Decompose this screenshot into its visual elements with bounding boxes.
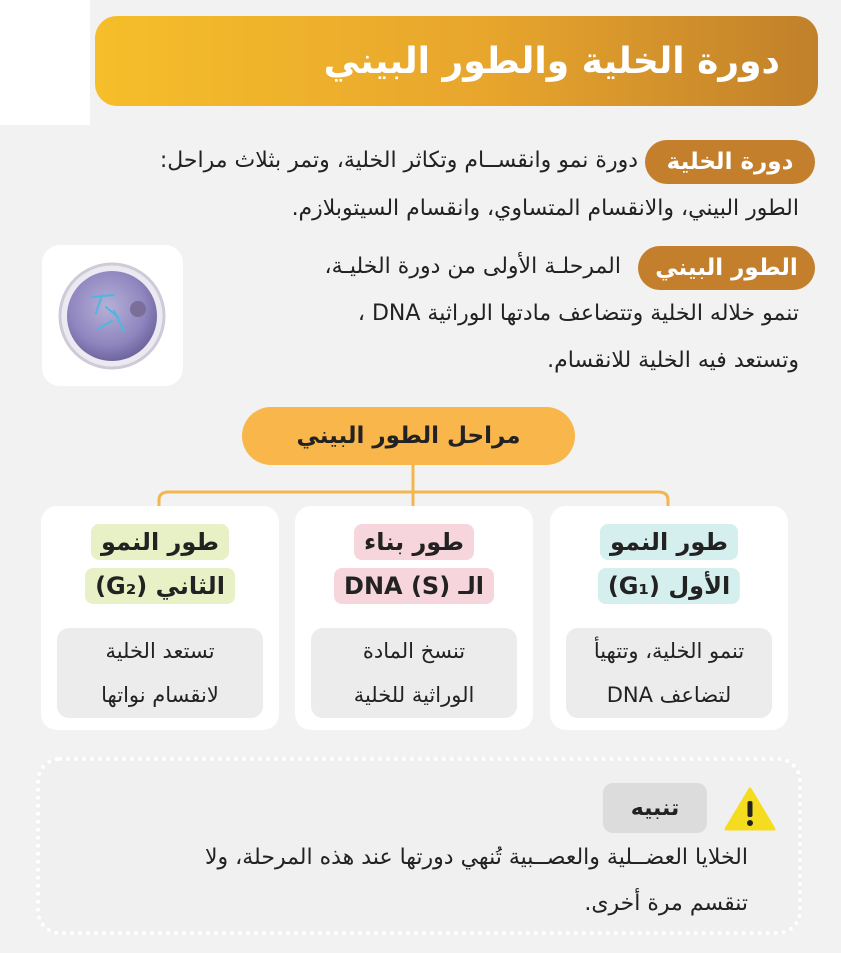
phase-s-description: تنسخ المادة الوراثية للخلية [311,628,517,718]
phase-card-g2: طور النمو الثاني (G₂) تستعد الخلية لانقس… [41,506,279,730]
phase-g2-desc-line1: تستعد الخلية [105,639,215,663]
note-box: تنبيه الخلايا العضــلية والعصــبية تُنهي… [36,757,802,935]
warning-icon [724,787,776,831]
phase-g1-label-line1: طور النمو [600,524,738,560]
note-label: تنبيه [603,783,707,833]
phase-g2-desc-line2: لانقسام نواتها [101,683,219,707]
phase-g2-label-line1: طور النمو [91,524,229,560]
phase-s-desc-line1: تنسخ المادة [362,639,466,663]
phase-s-desc-line2: الوراثية للخلية [353,683,475,707]
note-line-1: الخلايا العضــلية والعصــبية تُنهي دورته… [205,845,748,870]
phase-s-label-line1: طور بناء [354,524,474,560]
phase-g2-description: تستعد الخلية لانقسام نواتها [57,628,263,718]
phase-g2-label-line2: الثاني (G₂) [85,568,235,604]
phase-g1-desc-line2: لتضاعف DNA [606,683,732,707]
note-line-2: تنقسم مرة أخرى. [584,891,748,916]
phase-card-s: طور بناء الـ DNA (S) تنسخ المادة الوراثي… [295,506,533,730]
phase-g1-desc-line1: تنمو الخلية، وتتهيأ [593,639,745,663]
phase-s-label-line2: الـ DNA (S) [334,568,494,604]
phase-g1-description: تنمو الخلية، وتتهيأ لتضاعف DNA [566,628,772,718]
phase-card-g1: طور النمو الأول (G₁) تنمو الخلية، وتتهيأ… [550,506,788,730]
note-label-text: تنبيه [630,795,680,821]
stages-connector [157,465,670,508]
phase-g1-label-line2: الأول (G₁) [597,568,741,604]
